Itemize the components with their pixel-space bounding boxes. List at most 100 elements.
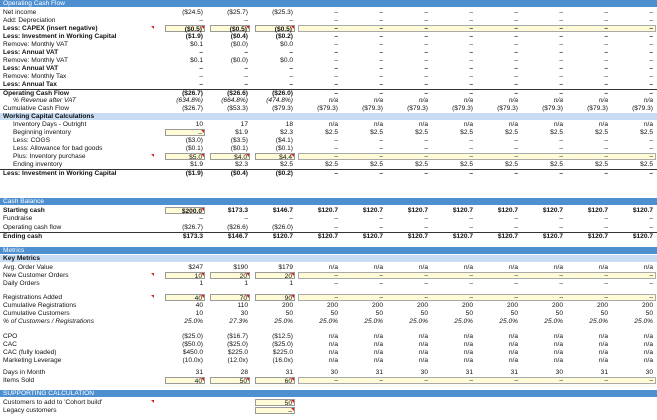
value-cell: –	[525, 215, 565, 222]
value-cell: –	[210, 81, 250, 88]
cell-value: ($0.5)	[229, 26, 247, 33]
input-cell[interactable]: 90	[255, 294, 295, 302]
cell-value: –	[334, 33, 338, 40]
value-cell: n/a	[525, 341, 565, 348]
value-cell: $2.5	[615, 129, 655, 136]
value-cell: –	[480, 294, 520, 301]
value-cell: 25.0%	[255, 318, 295, 325]
cell-value: –	[334, 81, 338, 88]
input-cell[interactable]: 20	[255, 272, 295, 280]
cell-value: –	[199, 81, 203, 88]
input-cell[interactable]: 70	[210, 294, 250, 302]
comment-marker-icon[interactable]	[151, 400, 154, 403]
cell-value: –	[289, 81, 293, 88]
input-cell[interactable]: $200.0	[165, 207, 205, 215]
value-cell: n/a	[300, 333, 340, 340]
input-cell[interactable]: 20	[210, 272, 250, 280]
cell-value: –	[379, 224, 383, 231]
value-cell: –	[390, 41, 430, 48]
input-cell[interactable]: $5.0	[165, 153, 205, 161]
cell-value: –	[559, 9, 563, 16]
value-cell: –	[525, 377, 565, 384]
value-cell: 200	[480, 302, 520, 309]
value-cell: –	[525, 280, 565, 287]
value-cell: 50	[255, 310, 295, 317]
cell-value: n/a	[328, 97, 338, 104]
value-cell: 25.0%	[480, 318, 520, 325]
cell-value: –	[559, 33, 563, 40]
row-revenue-after-vat: % Revenue after VAT (634.8%) (664.8%) (474.…	[0, 97, 657, 104]
value-cell: $146.7	[210, 233, 250, 240]
value-cell: $2.5	[345, 129, 385, 136]
cell-value: ($79.3)	[452, 105, 473, 112]
cell-value: –	[469, 224, 473, 231]
value-cell: $2.5	[390, 161, 430, 168]
input-cell[interactable]: ($0.5)	[165, 25, 205, 33]
cell-value: –	[289, 215, 293, 222]
cell-value: –	[469, 377, 473, 384]
cell-value: –	[649, 9, 653, 16]
cell-value: –	[469, 294, 473, 301]
cell-value: –	[334, 145, 338, 152]
value-cell: –	[300, 41, 340, 48]
cell-value: –	[649, 224, 653, 231]
cell-value: ($3.0)	[185, 137, 203, 144]
cell-value: –	[289, 65, 293, 72]
comment-marker-icon[interactable]	[151, 26, 154, 29]
value-cell: –	[525, 153, 565, 160]
cell-value: –	[514, 65, 518, 72]
input-cell[interactable]: 40	[165, 377, 205, 385]
input-cell[interactable]: 60	[255, 377, 295, 385]
cell-value: 50	[285, 310, 293, 317]
cell-value: n/a	[553, 121, 563, 128]
input-cell[interactable]: $4.0	[210, 153, 250, 161]
cell-value: –	[649, 377, 653, 384]
value-cell: n/a	[570, 349, 610, 356]
value-cell: ($0.4)	[210, 170, 250, 177]
cell-value: $120.7	[407, 233, 428, 240]
cell-value: n/a	[598, 341, 608, 348]
input-cell[interactable]: 40	[165, 294, 205, 302]
value-cell: ($24.5)	[165, 9, 205, 16]
cell-value: –	[424, 25, 428, 32]
comment-marker-icon	[246, 295, 249, 298]
cell-value: $2.5	[325, 129, 338, 136]
input-cell[interactable]: –	[165, 129, 205, 137]
value-cell: $2.5	[480, 161, 520, 168]
comment-marker-icon[interactable]	[151, 154, 154, 157]
input-cell[interactable]: –	[255, 407, 295, 415]
input-cell[interactable]: $4.4	[255, 153, 295, 161]
cell-value: –	[559, 377, 563, 384]
value-cell: –	[615, 9, 655, 16]
value-cell: –	[435, 17, 475, 24]
value-cell: n/a	[390, 357, 430, 364]
section-header-cash-balance: Cash Balance	[0, 198, 657, 206]
input-cell[interactable]: 10	[165, 272, 205, 280]
value-cell: –	[525, 145, 565, 152]
cell-value: –	[559, 57, 563, 64]
input-cell[interactable]: 50	[210, 377, 250, 385]
value-cell: n/a	[300, 97, 340, 104]
value-cell: n/a	[345, 333, 385, 340]
value-cell: $2.5	[525, 161, 565, 168]
input-cell[interactable]: ($0.5)	[210, 25, 250, 33]
value-cell: –	[570, 137, 610, 144]
cell-value: –	[334, 65, 338, 72]
comment-marker-icon[interactable]	[151, 273, 154, 276]
value-cell: –	[615, 49, 655, 56]
value-cell: –	[480, 377, 520, 384]
cell-value: –	[649, 294, 653, 301]
cell-value: ($79.3)	[587, 105, 608, 112]
value-cell: $120.7	[255, 233, 295, 240]
value-cell: ($0.2)	[255, 33, 295, 40]
value-cell: $120.7	[615, 207, 655, 214]
cell-value: ($16.7)	[227, 333, 248, 340]
cell-value: 50	[510, 310, 518, 317]
cell-value: –	[649, 215, 653, 222]
input-cell[interactable]: 50	[255, 399, 295, 407]
comment-marker-icon[interactable]	[151, 295, 154, 298]
input-cell[interactable]: ($0.5)	[255, 25, 295, 33]
row-label: Customers to add to 'Cohort build'	[3, 399, 103, 406]
cell-value: ($26.7)	[182, 105, 203, 112]
cell-value: –	[559, 215, 563, 222]
